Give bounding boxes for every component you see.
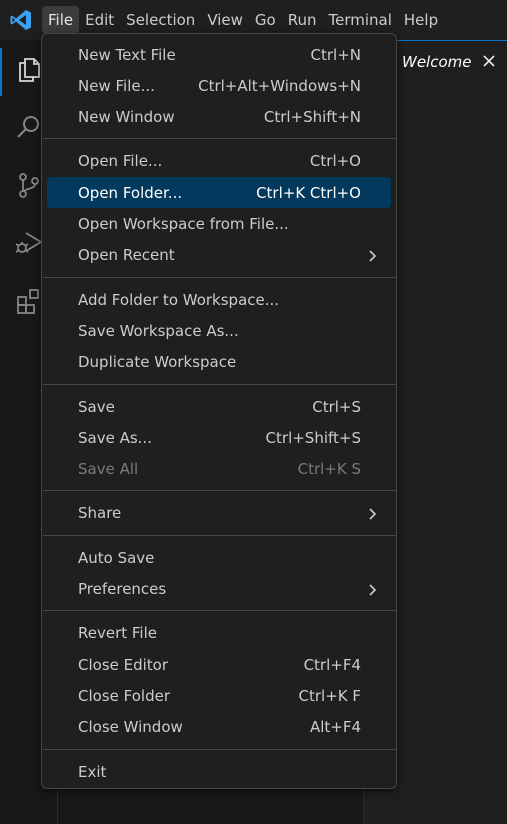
menu-item-save-workspace-as[interactable]: Save Workspace As...	[47, 315, 391, 346]
menu-item-label: Auto Save	[78, 548, 155, 567]
menubar-item-view[interactable]: View	[201, 6, 249, 34]
menu-item-label: Save	[78, 397, 115, 416]
menu-item-new-file[interactable]: New File... Ctrl+Alt+Windows+N	[47, 70, 391, 101]
menu-item-revert-file[interactable]: Revert File	[47, 618, 391, 649]
tab-label: Welcome	[402, 53, 472, 71]
menu-item-shortcut: Ctrl+F4	[303, 655, 361, 674]
file-menu-dropdown: New Text File Ctrl+N New File... Ctrl+Alt+W…	[41, 33, 397, 789]
menu-item-label: Preferences	[78, 580, 167, 598]
close-icon[interactable]	[479, 51, 499, 71]
menu-item-label: Open Recent	[78, 246, 175, 265]
menu-item-shortcut: Ctrl+K S	[297, 460, 361, 479]
menu-separator	[43, 748, 397, 750]
menubar-item-file[interactable]: File	[42, 6, 80, 34]
menu-item-label: Save As...	[78, 428, 152, 447]
menu-item-open-file[interactable]: Open File... Ctrl+O	[47, 146, 391, 177]
menu-item-share[interactable]: Share	[47, 498, 391, 529]
vscode-logo-icon	[8, 7, 34, 33]
menu-item-add-folder-to-workspace[interactable]: Add Folder to Workspace...	[47, 284, 391, 315]
menu-item-close-folder[interactable]: Close Folder Ctrl+K F	[47, 680, 391, 711]
menu-item-new-window[interactable]: New Window Ctrl+Shift+N	[47, 102, 391, 133]
menu-item-shortcut: Ctrl+Shift+N	[263, 108, 361, 127]
menu-separator	[43, 383, 397, 385]
menubar-item-run[interactable]: Run	[282, 6, 323, 34]
menu-item-label: Save Workspace As...	[78, 321, 239, 340]
menu-separator	[43, 276, 397, 278]
menu-item-label: Close Window	[78, 718, 183, 737]
menu-item-label: Save All	[78, 460, 139, 479]
menu-item-open-folder[interactable]: Open Folder... Ctrl+K Ctrl+O	[47, 177, 391, 209]
menu-item-open-recent[interactable]: Open Recent	[47, 240, 391, 271]
menu-item-label: Close Folder	[78, 686, 170, 705]
chevron-right-icon	[365, 506, 379, 520]
menu-item-close-window[interactable]: Close Window Alt+F4	[47, 712, 391, 743]
menu-item-label: Add Folder to Workspace...	[78, 290, 280, 309]
menu-item-new-text-file[interactable]: New Text File Ctrl+N	[47, 39, 391, 70]
menu-separator	[43, 610, 397, 612]
menu-item-label: Open Workspace from File...	[78, 215, 289, 233]
menubar-item-help[interactable]: Help	[398, 6, 444, 34]
menu-item-duplicate-workspace[interactable]: Duplicate Workspace	[47, 347, 391, 378]
menu-item-label: Close Editor	[78, 655, 169, 674]
chevron-right-icon	[365, 582, 379, 596]
menu-item-shortcut: Ctrl+Alt+Windows+N	[198, 76, 361, 95]
menu-item-auto-save[interactable]: Auto Save	[47, 542, 391, 573]
menu-item-open-workspace-from-file[interactable]: Open Workspace from File...	[47, 209, 391, 240]
menu-item-label: New Text File	[78, 45, 176, 64]
menu-item-shortcut: Ctrl+K F	[298, 686, 362, 705]
menu-separator	[43, 534, 397, 536]
menubar-item-terminal[interactable]: Terminal	[323, 6, 398, 34]
menu-item-shortcut: Ctrl+S	[312, 397, 361, 416]
menu-separator	[43, 490, 397, 492]
menu-item-label: Open Folder...	[78, 183, 183, 202]
menubar-item-go[interactable]: Go	[249, 6, 282, 34]
chevron-right-icon	[365, 248, 379, 262]
menu-item-shortcut: Alt+F4	[309, 718, 361, 737]
menu-item-label: New File...	[78, 76, 155, 95]
menu-item-exit[interactable]: Exit	[47, 756, 391, 787]
menu-item-save-as[interactable]: Save As... Ctrl+Shift+S	[47, 422, 391, 453]
menu-item-label: Exit	[78, 762, 107, 781]
menu-item-shortcut: Ctrl+O	[309, 152, 361, 171]
menu-item-label: Duplicate Workspace	[78, 353, 237, 372]
menubar-item-edit[interactable]: Edit	[79, 6, 120, 34]
menu-item-label: Open File...	[78, 152, 163, 171]
menu-item-close-editor[interactable]: Close Editor Ctrl+F4	[47, 649, 391, 680]
menu-item-save[interactable]: Save Ctrl+S	[47, 391, 391, 422]
menu-item-shortcut: Ctrl+Shift+S	[265, 428, 361, 447]
menu-item-shortcut: Ctrl+K Ctrl+O	[256, 183, 361, 202]
menu-item-label: New Window	[78, 108, 175, 127]
menu-separator	[43, 138, 397, 140]
menu-bar: File Edit Selection View Go Run Terminal Help	[42, 6, 444, 34]
menu-item-label: Share	[78, 504, 122, 523]
menu-item-save-all[interactable]: Save All Ctrl+K S	[47, 454, 391, 485]
menu-item-shortcut: Ctrl+N	[310, 45, 361, 64]
menu-item-preferences[interactable]: Preferences	[47, 574, 391, 605]
menubar-item-selection[interactable]: Selection	[120, 6, 201, 34]
menu-item-label: Revert File	[78, 624, 157, 643]
